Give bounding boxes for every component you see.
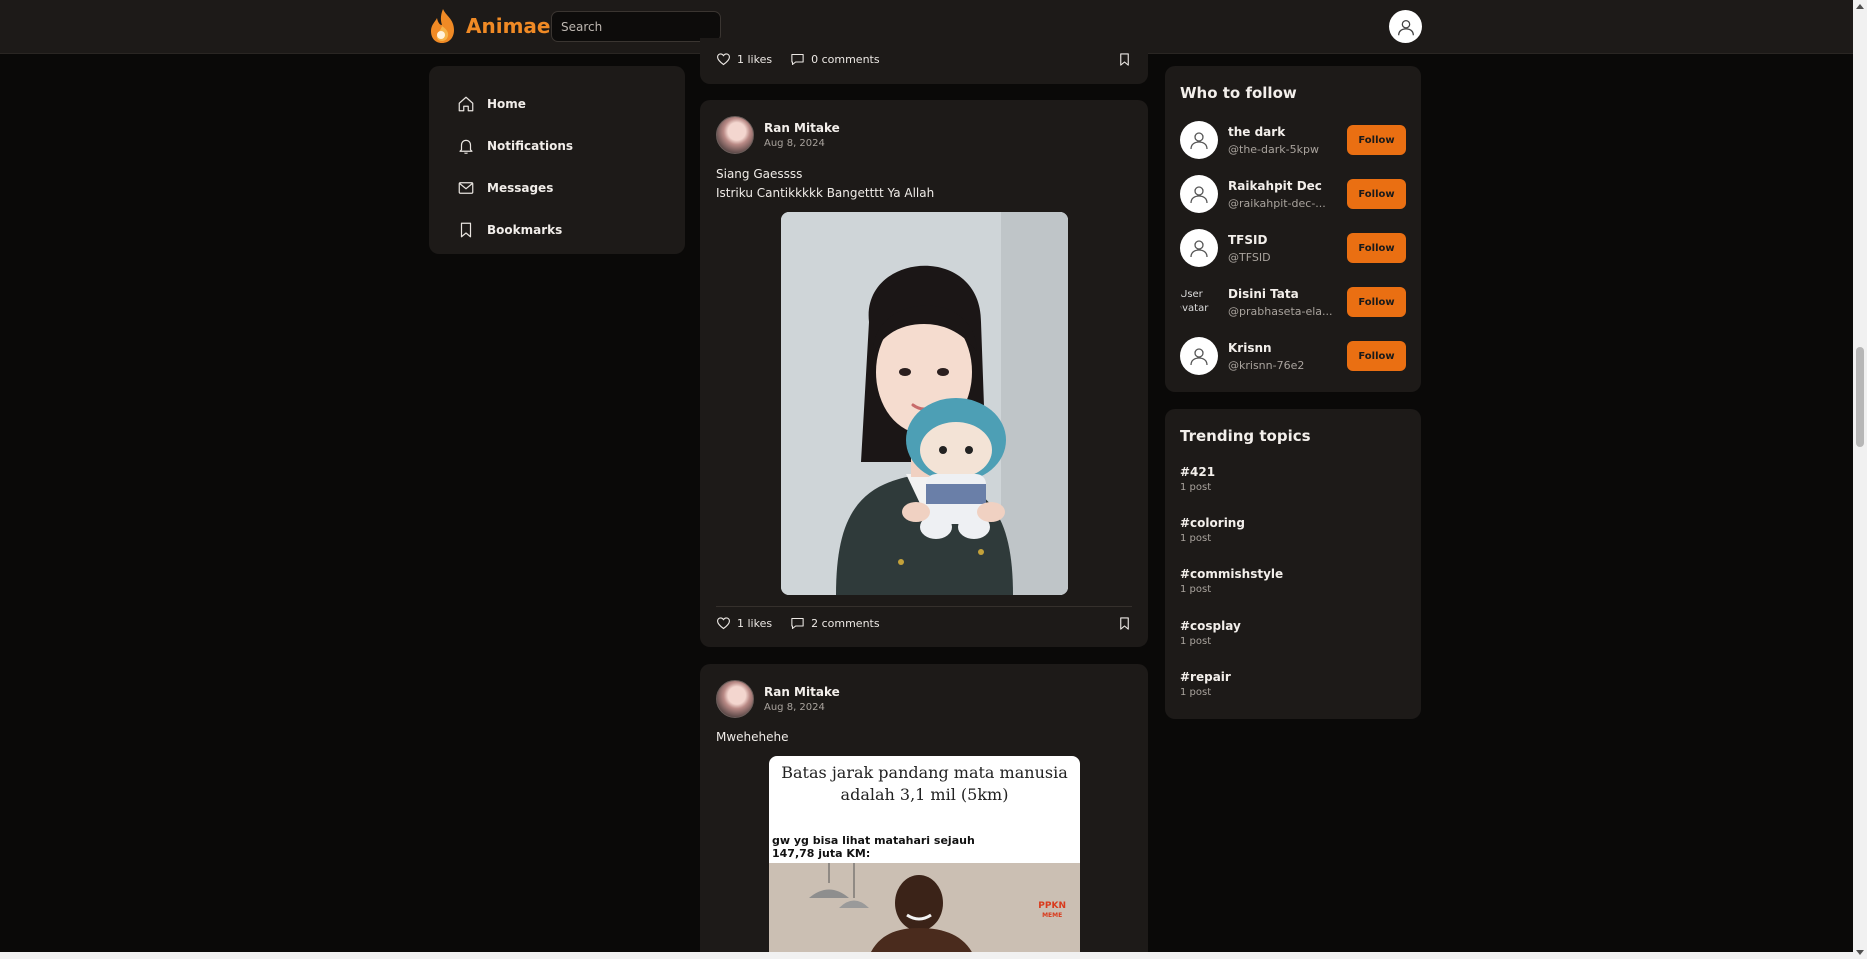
suggestion-name[interactable]: Disini Tata: [1228, 287, 1338, 301]
meme-caption: gw yg bisa lihat matahari sejauh 147,78 …: [772, 834, 975, 860]
trending-topic[interactable]: #commishstyle 1 post: [1180, 567, 1283, 595]
trending-topic[interactable]: #cosplay 1 post: [1180, 619, 1241, 647]
suggestion-handle: @the-dark-5kpw: [1228, 142, 1319, 156]
suggestion-name[interactable]: the dark: [1228, 125, 1338, 139]
sidebar-item-label: Home: [487, 97, 526, 111]
horizontal-scrollbar[interactable]: [0, 952, 1853, 959]
post-actions: 1 likes 0 comments: [716, 47, 1132, 71]
comment-button[interactable]: 0 comments: [790, 52, 880, 67]
user-icon: [1190, 186, 1208, 204]
suggestion-handle: @raikahpit-dec-...: [1228, 196, 1326, 210]
flame-logo-icon: [431, 9, 454, 43]
suggestion-handle: @krisnn-76e2: [1228, 358, 1305, 372]
heart-icon: [716, 52, 731, 65]
comment-icon: [791, 617, 804, 629]
post-image[interactable]: [781, 212, 1068, 595]
bookmark-post-button[interactable]: [1117, 52, 1132, 67]
heart-icon: [716, 616, 731, 629]
trending-topic[interactable]: #421 1 post: [1180, 465, 1215, 493]
follow-suggestion: TFSID @TFSID Follow: [1180, 228, 1406, 268]
profile-avatar-button[interactable]: [1389, 10, 1422, 43]
scroll-down-arrow[interactable]: [1856, 950, 1864, 955]
suggestion-name[interactable]: Krisnn: [1228, 341, 1338, 355]
mail-icon: [458, 182, 474, 194]
follow-button[interactable]: Follow: [1347, 179, 1406, 209]
suggestion-avatar[interactable]: [1180, 337, 1218, 375]
sidebar-item-label: Messages: [487, 181, 554, 195]
suggestion-name[interactable]: TFSID: [1228, 233, 1338, 247]
follow-suggestion: Krisnn @krisnn-76e2 Follow: [1180, 336, 1406, 376]
comment-icon: [791, 53, 804, 65]
post-date: Aug 8, 2024: [764, 702, 825, 713]
meme-watermark: PPKN MEME: [1038, 901, 1066, 919]
trending-topics-panel: Trending topics #421 1 post #coloring 1 …: [1165, 409, 1421, 719]
meme-photo-art: [769, 863, 1080, 956]
sidebar-item-messages[interactable]: Messages: [429, 167, 685, 209]
post-card: Ran Mitake Aug 8, 2024 Siang Gaessss Ist…: [700, 100, 1148, 647]
scrollbar-thumb[interactable]: [1856, 347, 1864, 447]
sidebar-item-home[interactable]: Home: [429, 83, 685, 125]
suggestion-name[interactable]: Raikahpit Dec: [1228, 179, 1338, 193]
author-name[interactable]: Ran Mitake: [764, 121, 840, 135]
trending-topic[interactable]: #repair 1 post: [1180, 670, 1231, 698]
trending-topic[interactable]: #coloring 1 post: [1180, 516, 1245, 544]
sidebar-item-bookmarks[interactable]: Bookmarks: [429, 209, 685, 251]
who-to-follow-title: Who to follow: [1180, 84, 1297, 102]
bookmark-icon: [460, 222, 472, 238]
post-card-previous: 1 likes 0 comments: [700, 38, 1148, 84]
follow-button[interactable]: Follow: [1347, 125, 1406, 155]
post-divider: [716, 606, 1132, 607]
sidebar-item-label: Notifications: [487, 139, 574, 153]
sidebar-item-label: Bookmarks: [487, 223, 563, 237]
user-icon: [1190, 240, 1208, 258]
suggestion-avatar[interactable]: [1180, 121, 1218, 159]
like-button[interactable]: 1 likes: [716, 52, 772, 67]
sidebar-nav: Home Notifications Messages Bookmarks: [429, 66, 685, 254]
suggestion-handle: @TFSID: [1228, 250, 1271, 264]
user-icon: [1397, 19, 1414, 35]
who-to-follow-panel: Who to follow the dark @the-dark-5kpw Fo…: [1165, 66, 1421, 392]
post-date: Aug 8, 2024: [764, 138, 825, 149]
suggestion-avatar[interactable]: [1180, 229, 1218, 267]
author-avatar[interactable]: [716, 680, 754, 718]
follow-suggestion: Raikahpit Dec @raikahpit-dec-... Follow: [1180, 174, 1406, 214]
search-box[interactable]: [551, 11, 721, 42]
trending-title: Trending topics: [1180, 427, 1311, 445]
comment-button[interactable]: 2 comments: [790, 616, 880, 631]
post-text: Mwehehehe: [716, 730, 789, 744]
vertical-scrollbar[interactable]: [1853, 0, 1867, 959]
suggestion-avatar[interactable]: [1180, 175, 1218, 213]
post-header: Ran Mitake Aug 8, 2024: [716, 680, 840, 718]
brand-logo[interactable]: Animae: [428, 8, 550, 44]
post-card: Ran Mitake Aug 8, 2024 Mwehehehe Batas j…: [700, 664, 1148, 956]
user-icon: [1190, 132, 1208, 150]
author-avatar[interactable]: [716, 116, 754, 154]
cosplay-photo: [781, 212, 1068, 595]
suggestion-handle: @prabhaseta-ela...: [1228, 304, 1333, 318]
brand-name: Animae: [466, 14, 551, 38]
scroll-up-arrow[interactable]: [1856, 4, 1864, 9]
post-header: Ran Mitake Aug 8, 2024: [716, 116, 840, 154]
post-actions: 1 likes 2 comments: [716, 611, 1132, 635]
bookmark-icon: [1120, 616, 1129, 630]
follow-suggestion: User avatar Disini Tata @prabhaseta-ela.…: [1180, 282, 1406, 322]
user-icon: [1190, 348, 1208, 366]
author-name[interactable]: Ran Mitake: [764, 685, 840, 699]
follow-button[interactable]: Follow: [1347, 233, 1406, 263]
follow-suggestion: the dark @the-dark-5kpw Follow: [1180, 120, 1406, 160]
follow-button[interactable]: Follow: [1347, 341, 1406, 371]
follow-button[interactable]: Follow: [1347, 287, 1406, 317]
search-input[interactable]: [561, 19, 711, 34]
bookmark-icon: [1120, 52, 1129, 66]
post-image[interactable]: Batas jarak pandang mata manusia adalah …: [769, 756, 1080, 956]
like-button[interactable]: 1 likes: [716, 616, 772, 631]
suggestion-avatar-broken[interactable]: User avatar: [1180, 283, 1218, 321]
post-text: Siang Gaessss Istriku Cantikkkkk Bangett…: [716, 167, 935, 200]
bell-icon: [459, 139, 473, 154]
bookmark-post-button[interactable]: [1117, 616, 1132, 631]
home-icon: [458, 96, 474, 112]
sidebar-item-notifications[interactable]: Notifications: [429, 125, 685, 167]
meme-photo: PPKN MEME: [769, 863, 1080, 956]
meme-title: Batas jarak pandang mata manusia adalah …: [781, 763, 1068, 804]
